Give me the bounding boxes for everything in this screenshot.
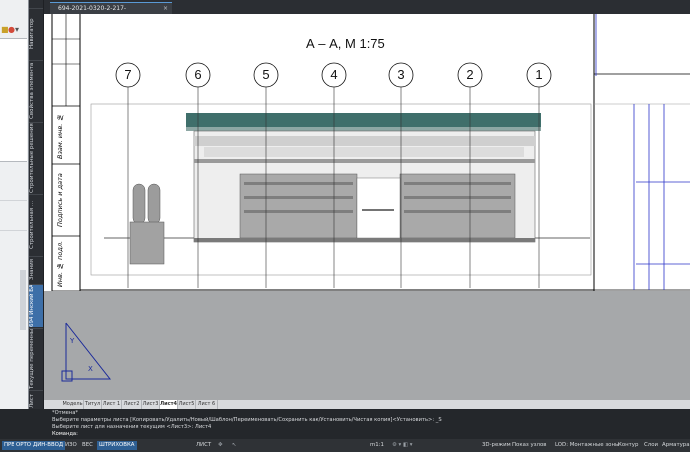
document-tabbar: 694-2021-0320-2-217-итмдлваеС.dwg* × — [44, 0, 690, 24]
axis-label: 4 — [330, 67, 338, 82]
axis-label: 5 — [262, 67, 270, 82]
palette-tab-knowledge[interactable]: Знания — [29, 256, 43, 283]
layout-tab-sheet4[interactable]: Лист4 — [160, 400, 178, 409]
layout-tab-model[interactable]: Модель — [62, 400, 84, 409]
layout-tab-sheet5[interactable]: Лист5 — [178, 400, 196, 409]
command-history-line: Выберите параметры листа [Копировать/Уда… — [52, 417, 442, 423]
palette-tab-building[interactable]: Строительные решения — [29, 122, 43, 193]
status-btn-dynin[interactable]: ДИН-ВВОД — [31, 441, 66, 450]
status-btn-iso[interactable]: ИЗО — [63, 441, 79, 450]
color-icon[interactable]: ● — [8, 26, 15, 34]
paper-space-background: Y X — [44, 291, 690, 400]
document-tab[interactable]: 694-2021-0320-2-217-итмдлваеС.dwg* × — [50, 2, 172, 24]
palette-tabs: Навигатор Свойства элемента Строительные… — [29, 0, 44, 412]
axis-label: 2 — [466, 67, 474, 82]
layout-tab-sheet1[interactable]: Лист 1 — [102, 400, 122, 409]
layout-tab-sheet2[interactable]: Лист2 — [122, 400, 142, 409]
status-mode[interactable]: ЛИСТ — [196, 441, 211, 450]
palette-tab-project[interactable]: 694 Инский БАТП — [29, 284, 43, 327]
ucs-x-label: X — [88, 365, 93, 373]
gear-icon[interactable]: ✥ — [218, 441, 223, 450]
drawing-canvas[interactable]: А – А, М 1:75 Взам. инв. № Подпись и дат… — [44, 14, 690, 291]
titleblock-label-replace: Взам. инв. № — [56, 113, 64, 159]
roof — [186, 113, 541, 127]
status-layers[interactable]: Слои — [644, 441, 658, 450]
status-show-nodes[interactable]: Показ узлов — [512, 441, 546, 450]
status-lod[interactable]: LOD: Монтажные зоны — [555, 441, 619, 450]
command-prompt[interactable]: Команда: — [52, 431, 78, 437]
status-btn-hatch[interactable]: ШТРИХОВКА — [97, 441, 137, 450]
palette-tab-building2[interactable]: Строительная ... — [29, 194, 43, 255]
cursor-icon[interactable]: ↖ — [232, 441, 237, 450]
axis-label: 7 — [124, 67, 132, 82]
status-contour[interactable]: Контур — [618, 441, 638, 450]
layout-tab-sheet6[interactable]: Лист 6 — [196, 400, 218, 409]
palette-tab-variables[interactable]: Текущие переменные — [29, 328, 43, 389]
command-history-line: *Отмена* — [52, 410, 78, 416]
chevron-down-icon[interactable]: ▾ — [15, 26, 19, 34]
layout-tab-title[interactable]: Титул — [84, 400, 102, 409]
palette-tab-properties[interactable]: Свойства элемента — [29, 60, 43, 121]
ucs-y-label: Y — [70, 337, 75, 345]
axis-label: 3 — [397, 67, 405, 82]
command-history-line: Выберите лист для назначения текущим <Ли… — [52, 424, 212, 430]
status-armature[interactable]: Арматура — [662, 441, 690, 450]
left-panel: ■ ● ▾ — [0, 0, 29, 452]
status-scale[interactable]: m1:1 — [370, 441, 384, 450]
layout-tabbar: Модель Титул Лист 1 Лист2 Лист3 Лист4 Ли… — [44, 400, 690, 409]
palette-scrollbar[interactable] — [20, 270, 26, 330]
axis-label: 6 — [194, 67, 202, 82]
layout-tab-sheet3[interactable]: Лист3 — [142, 400, 160, 409]
titleblock-label-signature: Подпись и дата — [56, 173, 64, 227]
properties-list — [0, 38, 27, 162]
command-line[interactable]: *Отмена* Выберите параметры листа [Копир… — [0, 409, 690, 439]
section-title: А – А, М 1:75 — [306, 36, 385, 51]
drawing-svg — [51, 14, 690, 291]
status-render[interactable]: 3D-режим — [482, 441, 511, 450]
status-bar: ПРВ ОРТО ДИН-ВВОД ИЗО ВЕС ШТРИХОВКА ЛИСТ… — [0, 439, 690, 452]
status-btn-weight[interactable]: ВЕС — [80, 441, 95, 450]
settings-icon[interactable]: ⚙ ▾ ◧ ▾ — [392, 441, 412, 450]
palette-tab-navigator[interactable]: Навигатор — [29, 8, 43, 59]
axis-label: 1 — [535, 67, 543, 82]
tank — [132, 183, 146, 225]
ucs-icon — [61, 322, 112, 382]
titleblock-label-inventory: Инв. № подл. — [56, 240, 64, 288]
palette-tab-sheet[interactable]: Лист — [29, 390, 43, 411]
